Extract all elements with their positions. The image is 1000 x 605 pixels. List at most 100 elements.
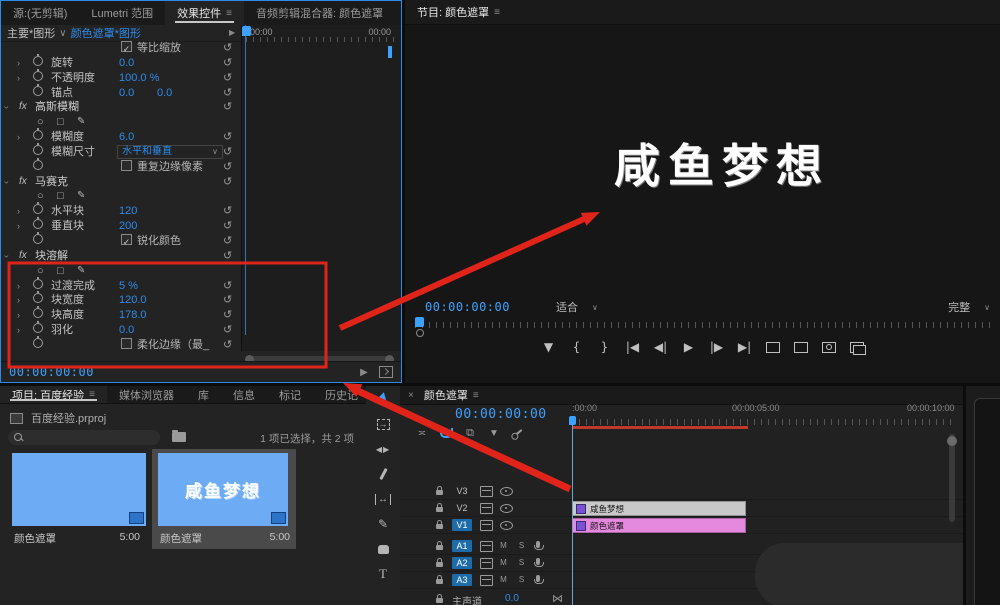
twirl-icon[interactable]: › (17, 323, 20, 338)
search-input[interactable] (8, 430, 160, 445)
stopwatch-icon[interactable] (33, 145, 43, 155)
pen-tool[interactable]: ✎ (375, 517, 391, 531)
param-value[interactable]: 100.0 % (119, 71, 159, 86)
twirl-icon[interactable]: › (17, 71, 20, 86)
tab-效果控件[interactable]: 效果控件≡ (165, 1, 244, 25)
comparison-view-button[interactable] (850, 342, 864, 353)
sync-lock-icon[interactable] (480, 541, 493, 552)
track-target-A1[interactable]: A1 (452, 540, 472, 552)
mask-rect-icon[interactable]: □ (57, 115, 64, 130)
param-value[interactable]: 200 (119, 219, 137, 234)
reset-parameter-icon[interactable]: ↺ (223, 338, 232, 353)
param-value[interactable]: 5 % (119, 279, 138, 294)
twirl-icon[interactable]: › (1, 181, 14, 184)
mark-in-button[interactable]: { (570, 340, 584, 354)
slip-tool[interactable]: ↔ (375, 492, 391, 506)
param-value[interactable]: 178.0 (119, 308, 147, 323)
reset-parameter-icon[interactable]: ↺ (223, 308, 232, 323)
track-select-forward-tool[interactable]: → (375, 417, 391, 431)
reset-parameter-icon[interactable]: ↺ (223, 234, 232, 249)
export-icon[interactable] (379, 366, 393, 378)
reset-parameter-icon[interactable]: ↺ (223, 160, 232, 175)
stopwatch-icon[interactable] (33, 204, 43, 214)
stopwatch-icon[interactable] (33, 308, 43, 318)
project-item[interactable]: 咸鱼梦想颜色遮罩5:00 (152, 449, 296, 549)
sync-lock-icon[interactable] (480, 520, 493, 531)
timeline-playhead[interactable] (569, 416, 576, 425)
param-value[interactable]: 120 (119, 204, 137, 219)
master-volume-value[interactable]: 0.0 (505, 593, 519, 604)
timeline-settings-button[interactable] (510, 426, 526, 440)
param-dropdown[interactable]: 水平和垂直∨ (117, 145, 223, 159)
selected-clip-link[interactable]: 颜色遮罩*图形 (71, 25, 141, 41)
snap-button[interactable] (438, 426, 454, 440)
add-marker-button[interactable]: ▼ (542, 340, 556, 354)
timeline-vertical-scrollbar[interactable] (949, 434, 955, 522)
sync-lock-icon[interactable] (480, 503, 493, 514)
reset-parameter-icon[interactable]: ↺ (223, 293, 232, 308)
track-lock-icon[interactable] (436, 579, 443, 584)
play-audio-icon[interactable]: ▶ (357, 367, 371, 378)
twirl-icon[interactable]: › (1, 106, 14, 109)
selection-tool[interactable] (375, 392, 391, 406)
param-value[interactable]: 6.0 (119, 130, 134, 145)
solo-button[interactable]: S (516, 574, 527, 585)
project-item-thumbnail[interactable]: 咸鱼梦想 (158, 453, 288, 526)
step-forward-button[interactable]: |▶ (710, 340, 724, 354)
stopwatch-icon[interactable] (33, 234, 43, 244)
play-button[interactable]: ▶ (682, 340, 696, 354)
param-value[interactable]: 0.0 (119, 86, 134, 101)
twirl-icon[interactable]: › (17, 130, 20, 145)
program-timecode[interactable]: 00:00:00:00 (425, 300, 510, 314)
panel-menu-icon[interactable]: ≡ (494, 7, 500, 18)
reset-parameter-icon[interactable]: ↺ (223, 130, 232, 145)
tab-库[interactable]: 库 (186, 386, 221, 403)
mark-out-button[interactable]: } (598, 340, 612, 354)
reset-parameter-icon[interactable]: ↺ (223, 41, 232, 56)
tab-program[interactable]: 节目: 颜色遮罩 ≡ (405, 0, 512, 24)
track-output-icon[interactable] (500, 487, 513, 496)
tab-历史记[interactable]: 历史记 (313, 386, 366, 403)
stopwatch-icon[interactable] (33, 293, 43, 303)
timeline-clip-颜色遮罩[interactable]: 颜色遮罩 (572, 518, 746, 533)
reset-parameter-icon[interactable]: ↺ (223, 249, 232, 264)
mask-rect-icon[interactable]: □ (57, 264, 64, 279)
playback-resolution-dropdown[interactable]: 完整 ∨ (948, 299, 990, 315)
twirl-icon[interactable]: › (17, 279, 20, 294)
track-lock-icon[interactable] (436, 524, 443, 529)
track-output-icon[interactable] (500, 504, 513, 513)
solo-button[interactable]: S (516, 540, 527, 551)
track-lock-icon[interactable] (436, 507, 443, 512)
hand-tool[interactable] (375, 542, 391, 556)
ripple-edit-tool[interactable]: ◀▶ (375, 442, 391, 456)
go-to-out-button[interactable]: ▶| (738, 340, 752, 354)
track-target-V2[interactable]: V2 (452, 502, 472, 514)
track-target-V1[interactable]: V1 (452, 519, 472, 531)
param-checkbox[interactable] (121, 160, 132, 171)
export-frame-button[interactable] (822, 342, 836, 353)
project-item-thumbnail[interactable] (12, 453, 146, 526)
project-item[interactable]: 颜色遮罩5:00 (12, 449, 146, 549)
program-playhead[interactable] (415, 317, 424, 327)
tab-媒体浏览器[interactable]: 媒体浏览器 (107, 386, 186, 403)
type-tool[interactable]: T (375, 567, 391, 581)
project-item-name[interactable]: 颜色遮罩 (14, 531, 56, 546)
linked-selection-button[interactable]: ⧉ (462, 426, 478, 440)
stopwatch-icon[interactable] (33, 338, 43, 348)
chevron-down-icon[interactable]: ∨ (59, 28, 66, 39)
stopwatch-icon[interactable] (33, 130, 43, 140)
close-icon[interactable]: × (408, 390, 414, 401)
param-checkbox[interactable]: ✓ (121, 41, 132, 52)
timeline-timecode[interactable]: 00:00:00:00 (455, 407, 547, 422)
track-output-icon[interactable] (500, 521, 513, 530)
reset-parameter-icon[interactable]: ↺ (223, 219, 232, 234)
program-time-ruler[interactable] (405, 318, 1000, 332)
param-checkbox[interactable]: ✓ (121, 234, 132, 245)
stopwatch-icon[interactable] (33, 160, 43, 170)
reset-parameter-icon[interactable]: ↺ (223, 71, 232, 86)
tab-信息[interactable]: 信息 (221, 386, 267, 403)
track-lock-icon[interactable] (436, 598, 443, 603)
track-lock-icon[interactable] (436, 490, 443, 495)
razor-tool[interactable] (375, 467, 391, 481)
effect-controls-mini-timeline[interactable]: 00:00 00:00 (241, 25, 401, 351)
